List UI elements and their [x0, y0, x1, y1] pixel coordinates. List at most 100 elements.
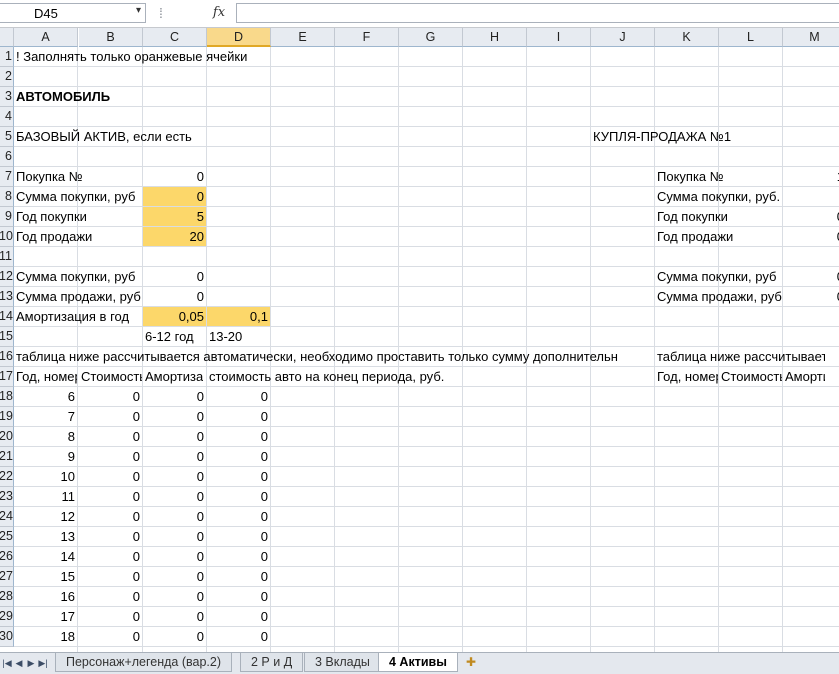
- cell-c19[interactable]: 0: [143, 407, 204, 427]
- cell-a20[interactable]: 8: [14, 427, 75, 447]
- cell-a24[interactable]: 12: [14, 507, 75, 527]
- cell-d30[interactable]: 0: [207, 627, 268, 647]
- cell-m7[interactable]: 1: [783, 167, 839, 187]
- row-header-21[interactable]: 21: [0, 447, 14, 467]
- cell-m17[interactable]: Амортиза: [785, 367, 825, 387]
- cell-b18[interactable]: 0: [79, 387, 140, 407]
- cell-m10[interactable]: 0: [783, 227, 839, 247]
- formula-input[interactable]: [236, 3, 839, 23]
- cell-d18[interactable]: 0: [207, 387, 268, 407]
- sheet-tab-3[interactable]: 3 Вклады: [304, 653, 381, 672]
- cell-d28[interactable]: 0: [207, 587, 268, 607]
- cell-d27[interactable]: 0: [207, 567, 268, 587]
- cell-a29[interactable]: 17: [14, 607, 75, 627]
- last-sheet-icon[interactable]: ▶|: [38, 656, 48, 670]
- cell-l17[interactable]: Стоимость: [721, 367, 782, 387]
- cell-c25[interactable]: 0: [143, 527, 204, 547]
- column-header-c[interactable]: C: [143, 28, 207, 47]
- cell-k17[interactable]: Год, номер: [657, 367, 718, 387]
- cell-b25[interactable]: 0: [79, 527, 140, 547]
- row-header-30[interactable]: 30: [0, 627, 14, 647]
- cell-d14[interactable]: 0,1: [207, 307, 268, 327]
- cell-k10[interactable]: Год продажи: [657, 227, 733, 247]
- row-header-16[interactable]: 16: [0, 347, 14, 367]
- row-header-17[interactable]: 17: [0, 367, 14, 387]
- cell-d20[interactable]: 0: [207, 427, 268, 447]
- cell-a3[interactable]: АВТОМОБИЛЬ: [16, 87, 110, 107]
- row-header-18[interactable]: 18: [0, 387, 14, 407]
- row-header-3[interactable]: 3: [0, 87, 14, 107]
- cell-b19[interactable]: 0: [79, 407, 140, 427]
- cell-d26[interactable]: 0: [207, 547, 268, 567]
- cell-b27[interactable]: 0: [79, 567, 140, 587]
- row-header-14[interactable]: 14: [0, 307, 14, 327]
- row-header-28[interactable]: 28: [0, 587, 14, 607]
- prev-sheet-icon[interactable]: ◀: [14, 656, 24, 670]
- column-header-e[interactable]: E: [271, 28, 335, 47]
- row-header-1[interactable]: 1: [0, 47, 14, 67]
- insert-sheet-icon[interactable]: ✚: [460, 654, 482, 671]
- row-header-6[interactable]: 6: [0, 147, 14, 167]
- cell-d29[interactable]: 0: [207, 607, 268, 627]
- sheet-tab-1[interactable]: Персонаж+легенда (вар.2): [55, 653, 233, 672]
- cell-b17[interactable]: Стоимость: [81, 367, 142, 387]
- cell-j5[interactable]: КУПЛЯ-ПРОДАЖА №1: [593, 127, 731, 147]
- row-header-19[interactable]: 19: [0, 407, 14, 427]
- cell-d22[interactable]: 0: [207, 467, 268, 487]
- cell-d21[interactable]: 0: [207, 447, 268, 467]
- cell-d24[interactable]: 0: [207, 507, 268, 527]
- cell-c18[interactable]: 0: [143, 387, 204, 407]
- cell-a10[interactable]: Год продажи: [16, 227, 92, 247]
- cell-a17[interactable]: Год, номер: [16, 367, 77, 387]
- cell-c21[interactable]: 0: [143, 447, 204, 467]
- column-header-j[interactable]: J: [591, 28, 655, 47]
- cell-d23[interactable]: 0: [207, 487, 268, 507]
- cell-a5[interactable]: БАЗОВЫЙ АКТИВ, если есть: [16, 127, 192, 147]
- sheet-tab-4[interactable]: 4 Активы: [378, 653, 458, 672]
- row-header-11[interactable]: 11: [0, 247, 14, 267]
- cell-a1[interactable]: ! Заполнять только оранжевые ячейки: [16, 47, 247, 67]
- cell-a21[interactable]: 9: [14, 447, 75, 467]
- cell-a8[interactable]: Сумма покупки, руб: [16, 187, 135, 207]
- cell-c12[interactable]: 0: [143, 267, 204, 287]
- cell-b26[interactable]: 0: [79, 547, 140, 567]
- cell-k9[interactable]: Год покупки: [657, 207, 728, 227]
- column-header-f[interactable]: F: [335, 28, 399, 47]
- cell-b23[interactable]: 0: [79, 487, 140, 507]
- cell-c7[interactable]: 0: [143, 167, 204, 187]
- cell-b20[interactable]: 0: [79, 427, 140, 447]
- row-header-13[interactable]: 13: [0, 287, 14, 307]
- row-header-24[interactable]: 24: [0, 507, 14, 527]
- cell-c30[interactable]: 0: [143, 627, 204, 647]
- grip-icon[interactable]: ⁞: [150, 3, 172, 23]
- cell-c13[interactable]: 0: [143, 287, 204, 307]
- row-header-23[interactable]: 23: [0, 487, 14, 507]
- cell-b24[interactable]: 0: [79, 507, 140, 527]
- cell-d17[interactable]: стоимость авто на конец периода, руб.: [209, 367, 444, 387]
- sheet-tab-2[interactable]: 2 Р и Д: [240, 653, 304, 672]
- cell-c24[interactable]: 0: [143, 507, 204, 527]
- cell-d15[interactable]: 13-20: [209, 327, 242, 347]
- cell-k16[interactable]: таблица ниже рассчитывается: [657, 347, 825, 367]
- column-header-m[interactable]: M: [783, 28, 839, 47]
- cell-k12[interactable]: Сумма покупки, руб: [657, 267, 776, 287]
- cell-c28[interactable]: 0: [143, 587, 204, 607]
- cell-a18[interactable]: 6: [14, 387, 75, 407]
- spreadsheet-grid[interactable]: A B C D E F G H I J K L M 1 2 3 4 5 6 7 8 9 10 11 12 13 14 15 16 17 18…: [0, 28, 839, 652]
- next-sheet-icon[interactable]: ▶: [26, 656, 36, 670]
- function-icon[interactable]: fx: [206, 3, 232, 23]
- column-header-d[interactable]: D: [207, 28, 271, 47]
- cell-a27[interactable]: 15: [14, 567, 75, 587]
- cell-c26[interactable]: 0: [143, 547, 204, 567]
- cell-a16[interactable]: таблица ниже рассчитывается автоматическ…: [16, 347, 618, 367]
- row-header-4[interactable]: 4: [0, 107, 14, 127]
- cell-c29[interactable]: 0: [143, 607, 204, 627]
- row-header-22[interactable]: 22: [0, 467, 14, 487]
- row-header-10[interactable]: 10: [0, 227, 14, 247]
- cell-m12[interactable]: 0: [783, 267, 839, 287]
- row-header-29[interactable]: 29: [0, 607, 14, 627]
- cell-a19[interactable]: 7: [14, 407, 75, 427]
- cell-c15[interactable]: 6-12 год: [145, 327, 194, 347]
- column-header-g[interactable]: G: [399, 28, 463, 47]
- cell-a7[interactable]: Покупка №: [16, 167, 83, 187]
